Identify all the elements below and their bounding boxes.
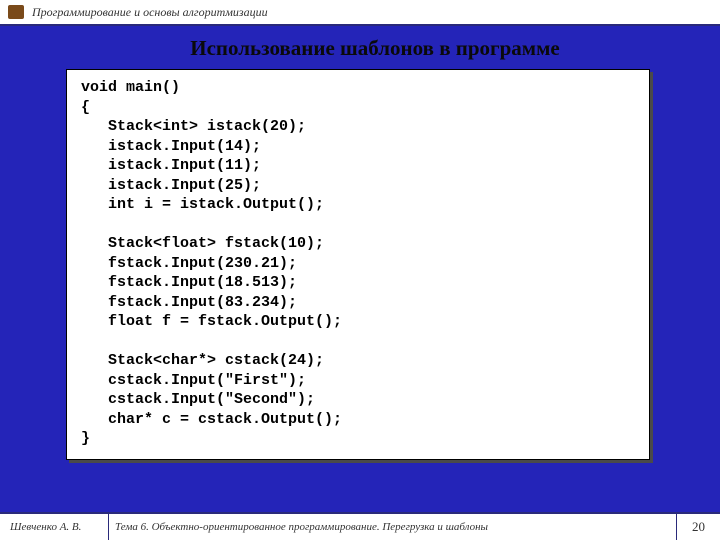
code-block-wrap: void main() { Stack<int> istack(20); ist… [66,69,650,460]
course-title: Программирование и основы алгоритмизации [32,5,268,20]
slide-title: Использование шаблонов в программе [58,36,692,61]
footer-bar: Шевченко А. В. Тема 6. Объектно-ориентир… [0,512,720,540]
header-bar: Программирование и основы алгоритмизации [0,0,720,26]
logo-icon [8,5,24,19]
footer-page-number: 20 [676,514,720,540]
code-block: void main() { Stack<int> istack(20); ist… [66,69,650,460]
footer-topic: Тема 6. Объектно-ориентированное програм… [109,521,676,533]
footer-author: Шевченко А. В. [0,521,108,533]
slide-content: Использование шаблонов в программе void … [0,26,720,512]
